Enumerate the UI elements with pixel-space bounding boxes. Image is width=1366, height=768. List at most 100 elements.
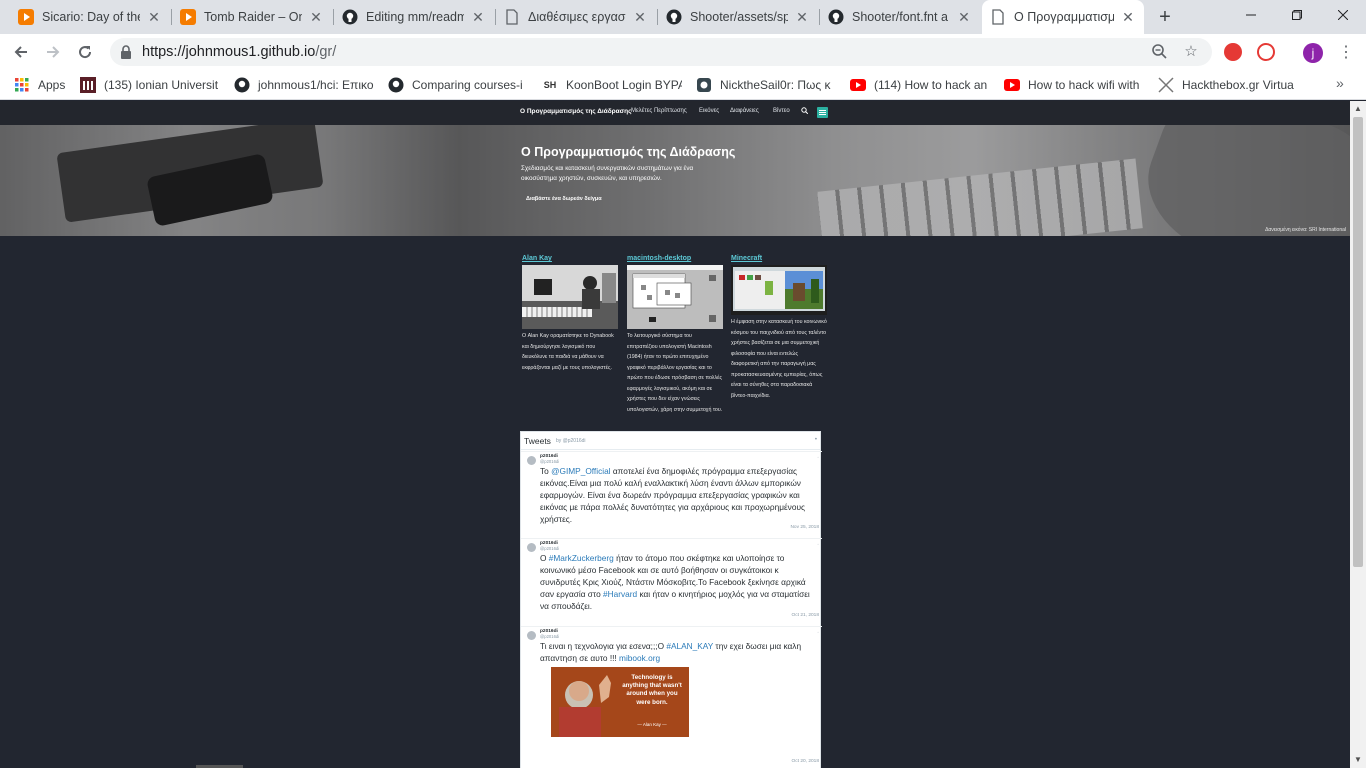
browser-tab-5[interactable]: Shooter/assets/sp ✕ — [658, 0, 818, 34]
scrollbar-thumb[interactable] — [1353, 117, 1363, 567]
tweet-date[interactable]: Nov 25, 2018 — [790, 525, 819, 530]
card-title[interactable]: Alan Kay — [522, 255, 618, 262]
twitter-bird-icon[interactable]: ◦ — [817, 630, 819, 636]
hero-image-credit: Δανεισμένη εικόνα: SRI International — [1265, 227, 1346, 233]
tweet-date[interactable]: Oct 20, 2018 — [792, 759, 819, 764]
close-icon[interactable]: ✕ — [632, 9, 648, 25]
lock-icon — [120, 45, 132, 64]
url-text: https://johnmous1.github.io/gr/ — [142, 44, 336, 60]
scroll-up-arrow-icon[interactable]: ▲ — [1350, 102, 1366, 116]
site-brand[interactable]: Ο Προγραμματισμός της Διάδρασης — [520, 108, 631, 115]
twitter-bird-icon[interactable]: ◦ — [817, 542, 819, 548]
tweet[interactable]: p2016di @p2016di ◦ Το @GIMP_Official απο… — [521, 451, 822, 537]
nav-item-case-studies[interactable]: Μελέτες Περίπτωσης — [631, 108, 687, 114]
address-bar[interactable]: https://johnmous1.github.io/gr/ ☆ — [110, 38, 1212, 66]
tweet-date[interactable]: Oct 21, 2018 — [792, 613, 819, 618]
bookmark-label: Hackthebox.gr Virtua — [1182, 78, 1294, 92]
browser-tab-1[interactable]: Sicario: Day of the ✕ — [10, 0, 170, 34]
avatar[interactable] — [527, 543, 536, 552]
forward-button[interactable] — [40, 39, 66, 65]
hashtag-link[interactable]: #Harvard — [603, 589, 637, 599]
hashtag-link[interactable]: #ALAN_KAY — [666, 641, 713, 651]
close-icon[interactable]: ✕ — [308, 9, 324, 25]
search-icon[interactable] — [801, 107, 809, 116]
card-minecraft: Minecraft Η έμφαση στην κατασκευή του κο… — [731, 255, 827, 401]
page-scrollbar[interactable]: ▲ ▼ — [1350, 101, 1366, 768]
tweets-header: Tweets by @p2016di • — [521, 432, 820, 450]
bookmark-label: (135) Ionian Universit — [104, 78, 219, 92]
bookmark-label: Apps — [38, 78, 66, 92]
alan-kay-photo[interactable] — [522, 265, 618, 329]
bookmark-nickthesailor[interactable]: NicktheSail0r: Πως κ — [696, 76, 836, 94]
browser-tab-active[interactable]: Ο Προγραμματισμ ✕ — [982, 0, 1144, 34]
back-button[interactable] — [8, 39, 34, 65]
nav-item-slides[interactable]: Διαφάνειες — [730, 108, 759, 114]
bookmarks-overflow-icon[interactable]: » — [1336, 75, 1344, 91]
play-icon — [180, 9, 196, 25]
hamburger-menu-icon[interactable] — [817, 107, 828, 118]
flash-block-icon[interactable] — [1257, 43, 1275, 61]
reload-button[interactable] — [72, 39, 98, 65]
close-icon[interactable]: ✕ — [470, 9, 486, 25]
tweet-author-handle[interactable]: @p2016di — [540, 459, 559, 464]
tweet[interactable]: p2016di @p2016di ◦ Ο #MarkZuckerberg ήτα… — [521, 538, 822, 625]
card-title[interactable]: Minecraft — [731, 255, 827, 262]
bookmark-koonboot[interactable]: SH KoonBoot Login BYPA — [542, 76, 682, 94]
bookmark-star-icon[interactable]: ☆ — [1182, 43, 1200, 61]
bookmark-youtube-wifi[interactable]: How to hack wifi with — [1004, 76, 1144, 94]
minimize-button[interactable] — [1228, 0, 1274, 30]
close-icon[interactable]: ✕ — [794, 9, 810, 25]
opera-extension-icon[interactable] — [1224, 43, 1242, 61]
window-close-button[interactable] — [1320, 0, 1366, 30]
browser-tab-6[interactable]: Shooter/font.fnt a ✕ — [820, 0, 980, 34]
tweets-by[interactable]: by @p2016di — [556, 438, 586, 444]
browser-menu-icon[interactable]: ⋮ — [1338, 42, 1354, 62]
mention-link[interactable]: @GIMP_Official — [551, 466, 610, 476]
tweet-author-handle[interactable]: @p2016di — [540, 634, 559, 639]
macintosh-desktop-screenshot[interactable] — [627, 265, 723, 329]
hero-title: Ο Προγραμματισμός της Διάδρασης — [521, 145, 736, 159]
avatar[interactable] — [527, 456, 536, 465]
tab-title: Shooter/assets/sp — [690, 10, 788, 24]
tweet[interactable]: p2016di @p2016di ◦ Τι ειναι η τεχνολογια… — [521, 626, 822, 768]
avatar[interactable] — [527, 631, 536, 640]
tab-strip: Sicario: Day of the ✕ Tomb Raider – Onl … — [0, 0, 1366, 34]
close-icon[interactable]: ✕ — [146, 9, 162, 25]
nav-item-images[interactable]: Εικόνες — [699, 108, 719, 114]
close-icon[interactable]: ✕ — [1120, 9, 1136, 25]
hero-subtitle: Σχεδιασμός και κατασκευή συνεργατικών συ… — [521, 165, 694, 182]
tab-title: Shooter/font.fnt a — [852, 10, 948, 24]
profile-avatar[interactable]: j — [1303, 43, 1323, 63]
bookmark-johnmous-hci[interactable]: johnmous1/hci: Επικο — [234, 76, 374, 94]
bookmark-apps[interactable]: Apps — [14, 76, 74, 94]
bookmark-comparing-courses[interactable]: Comparing courses-i — [388, 76, 528, 94]
maximize-button[interactable] — [1274, 0, 1320, 30]
browser-tab-4[interactable]: Διαθέσιμες εργασί ✕ — [496, 0, 656, 34]
scroll-down-arrow-icon[interactable]: ▼ — [1350, 753, 1366, 767]
bookmark-ionian[interactable]: (135) Ionian Universit — [80, 76, 220, 94]
minecraft-screenshot[interactable] — [731, 265, 827, 315]
browser-tab-3[interactable]: Editing mm/readm ✕ — [334, 0, 494, 34]
page-icon — [504, 9, 520, 25]
browser-tab-2[interactable]: Tomb Raider – Onl ✕ — [172, 0, 332, 34]
tweet-text: Το @GIMP_Official αποτελεί ένα δημοφιλές… — [540, 465, 816, 525]
nav-item-video[interactable]: Βίντεο — [773, 108, 790, 114]
hero-sample-link[interactable]: Διαβάστε ένα δωρεάν δείγμα — [526, 196, 602, 202]
tweet-author-handle[interactable]: @p2016di — [540, 546, 559, 551]
bookmark-youtube-hack[interactable]: (114) How to hack an — [850, 76, 990, 94]
twitter-bird-icon[interactable]: ◦ — [817, 455, 819, 461]
url-link[interactable]: mibook.org — [619, 653, 660, 663]
hero-banner: Ο Προγραμματισμός της Διάδρασης Σχεδιασμ… — [0, 125, 1350, 236]
site-navbar: Ο Προγραμματισμός της Διάδρασης Μελέτες … — [0, 101, 1350, 125]
close-icon[interactable]: ✕ — [956, 9, 972, 25]
tab-title: Διαθέσιμες εργασί — [528, 10, 626, 24]
card-title[interactable]: macintosh-desktop — [627, 255, 723, 262]
zoom-icon[interactable] — [1150, 43, 1168, 61]
hashtag-link[interactable]: #MarkZuckerberg — [549, 553, 614, 563]
tweets-title: Tweets — [524, 436, 551, 446]
tweet-text-part: Ο — [540, 553, 549, 563]
new-tab-button[interactable]: + — [1154, 6, 1176, 28]
tweet-image[interactable]: Technology is anything that wasn't aroun… — [551, 667, 689, 737]
bookmark-hackthebox[interactable]: Hackthebox.gr Virtua — [1158, 76, 1298, 94]
more-options-icon[interactable]: • — [815, 437, 817, 443]
